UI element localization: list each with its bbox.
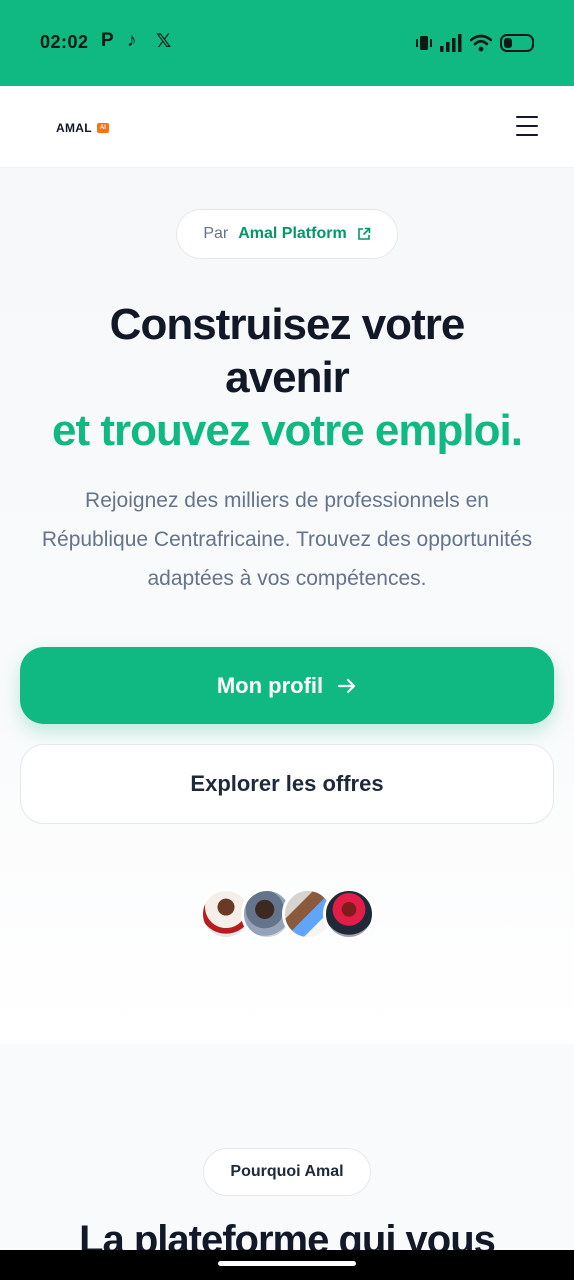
battery-level-fill: [504, 38, 512, 48]
external-link-icon[interactable]: [357, 227, 371, 241]
battery-icon: [500, 34, 534, 52]
system-navigation-bar: [0, 1250, 574, 1280]
home-indicator[interactable]: [218, 1261, 356, 1266]
amal-logo[interactable]: AMAL AI: [56, 121, 109, 135]
why-amal-badge: Pourquoi Amal: [203, 1148, 371, 1196]
explore-offers-button[interactable]: Explorer les offres: [20, 744, 554, 824]
top-navigation: AMAL AI: [0, 86, 574, 168]
section-title: La plateforme qui vous: [79, 1218, 496, 1250]
why-amal-section: Pourquoi Amal La plateforme qui vous: [0, 1044, 574, 1250]
amal-platform-link[interactable]: Amal Platform: [238, 225, 346, 243]
status-indicators: [416, 30, 534, 56]
user-avatars: [200, 888, 380, 940]
signal-icon: [440, 34, 462, 52]
hero-section: Par Amal Platform Construisez votre aven…: [0, 168, 574, 1044]
x-icon: 𝕏: [156, 31, 172, 52]
badge-prefix: Par: [203, 225, 229, 242]
hero-title-line2: avenir: [225, 353, 350, 402]
hero-title-highlight: et trouvez votre emploi.: [52, 406, 523, 455]
explore-offers-label: Explorer les offres: [190, 771, 384, 796]
hero-title: Construisez votre avenir: [0, 298, 574, 404]
hamburger-menu-icon[interactable]: [516, 116, 538, 136]
hero-subtitle: Rejoignez des milliers de professionnels…: [41, 489, 533, 590]
logo-text: AMAL: [56, 121, 92, 135]
wifi-icon: [470, 34, 492, 52]
my-profile-label: Mon profil: [216, 672, 324, 698]
arrow-right-icon: [338, 678, 356, 693]
hero-title-line1: Construisez votre: [109, 300, 466, 349]
vibrate-icon: [416, 36, 432, 50]
tiktok-icon: ♪: [127, 30, 137, 51]
avatar: [323, 888, 375, 940]
platform-badge: Par Amal Platform: [176, 209, 398, 259]
my-profile-button[interactable]: Mon profil: [20, 647, 554, 724]
status-time: 02:02: [40, 32, 89, 52]
logo-ai-badge: AI: [96, 123, 109, 133]
status-bar: 02:02 P ♪ 𝕏: [0, 0, 574, 86]
p-app-icon: P: [101, 30, 114, 51]
